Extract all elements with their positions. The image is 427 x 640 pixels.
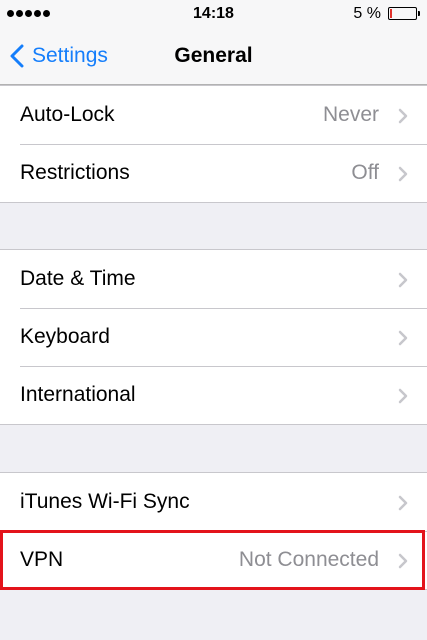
battery-level bbox=[390, 9, 392, 18]
row-label: Auto-Lock bbox=[20, 103, 115, 126]
settings-group-locale: Date & Time Keyboard International bbox=[0, 249, 427, 425]
navigation-bar: Settings General bbox=[0, 30, 427, 85]
date-time-row[interactable]: Date & Time bbox=[0, 250, 427, 308]
battery-percent: 5 % bbox=[353, 5, 381, 22]
row-label: VPN bbox=[20, 548, 64, 571]
chevron-right-icon bbox=[398, 330, 408, 346]
vpn-row[interactable]: VPN Not Connected bbox=[0, 531, 427, 589]
status-bar: 14:18 5 % bbox=[0, 0, 427, 30]
settings-group-sync: iTunes Wi-Fi Sync VPN Not Connected bbox=[0, 472, 427, 590]
chevron-right-icon bbox=[398, 108, 408, 124]
auto-lock-row[interactable]: Auto-Lock Never bbox=[0, 86, 427, 144]
row-label: Keyboard bbox=[20, 325, 110, 348]
keyboard-row[interactable]: Keyboard bbox=[0, 308, 427, 366]
chevron-right-icon bbox=[398, 166, 408, 182]
international-row[interactable]: International bbox=[0, 366, 427, 424]
battery-cap bbox=[418, 11, 420, 16]
chevron-right-icon bbox=[398, 388, 408, 404]
itunes-wifi-sync-row[interactable]: iTunes Wi-Fi Sync bbox=[0, 473, 427, 531]
row-label: Restrictions bbox=[20, 161, 130, 184]
page-title: General bbox=[174, 44, 253, 67]
row-label: iTunes Wi-Fi Sync bbox=[20, 490, 190, 513]
chevron-right-icon bbox=[398, 553, 408, 569]
row-value: Not Connected bbox=[238, 548, 379, 571]
row-value: Never bbox=[322, 103, 379, 126]
restrictions-row[interactable]: Restrictions Off bbox=[0, 144, 427, 202]
row-label: Date & Time bbox=[20, 267, 136, 290]
chevron-right-icon bbox=[398, 272, 408, 288]
battery-icon bbox=[388, 7, 420, 20]
chevron-right-icon bbox=[398, 495, 408, 511]
row-label: International bbox=[20, 383, 136, 406]
settings-group-lock: Auto-Lock Never Restrictions Off bbox=[0, 85, 427, 203]
row-value: Off bbox=[351, 161, 379, 184]
